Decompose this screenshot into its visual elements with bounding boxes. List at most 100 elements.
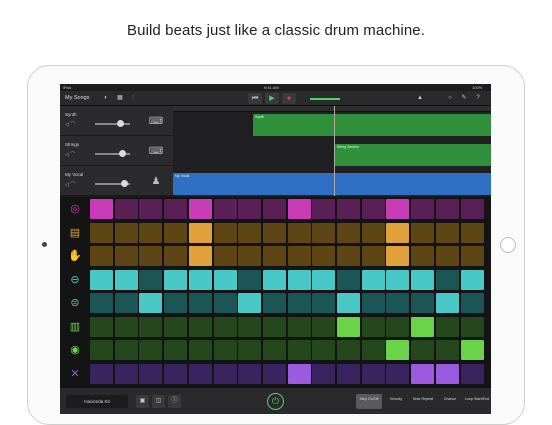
step-pad[interactable] bbox=[435, 316, 459, 337]
mode-button[interactable]: Chance bbox=[437, 394, 463, 409]
step-pad[interactable] bbox=[460, 222, 484, 243]
step-pad[interactable] bbox=[386, 293, 410, 313]
step-pad[interactable] bbox=[139, 316, 163, 337]
ruler[interactable] bbox=[173, 106, 491, 112]
step-pad[interactable] bbox=[312, 199, 336, 219]
step-pad[interactable] bbox=[90, 222, 114, 243]
step-pad[interactable] bbox=[90, 269, 114, 290]
step-pad[interactable] bbox=[386, 269, 410, 290]
step-pad[interactable] bbox=[90, 340, 114, 360]
mode-button[interactable]: Note Repeat bbox=[410, 394, 436, 409]
step-pad[interactable] bbox=[164, 316, 188, 337]
step-pad[interactable] bbox=[114, 293, 138, 313]
master-volume-slider[interactable] bbox=[310, 94, 345, 103]
track-volume-slider[interactable] bbox=[95, 150, 130, 157]
step-pad[interactable] bbox=[238, 246, 262, 266]
step-pad[interactable] bbox=[386, 246, 410, 266]
step-pad[interactable] bbox=[188, 340, 212, 360]
kick-drum-icon[interactable]: ◉ bbox=[66, 341, 84, 359]
step-pad[interactable] bbox=[213, 316, 237, 337]
step-pad[interactable] bbox=[164, 293, 188, 313]
settings-wrench-icon[interactable]: ✎ bbox=[459, 94, 469, 103]
clap-icon[interactable]: ✋ bbox=[66, 247, 84, 265]
step-pad[interactable] bbox=[460, 363, 484, 384]
step-pad[interactable] bbox=[312, 340, 336, 360]
step-pad[interactable] bbox=[460, 269, 484, 290]
track-header-strings[interactable]: Strings ◁ ⌒ ⌨ bbox=[60, 136, 173, 166]
step-pad[interactable] bbox=[188, 199, 212, 219]
step-pad[interactable] bbox=[460, 316, 484, 337]
crash-cymbal-icon[interactable]: ◎ bbox=[66, 200, 84, 218]
mute-solo-icons[interactable]: ◁ ⌒ bbox=[65, 151, 75, 158]
step-pad[interactable] bbox=[435, 199, 459, 219]
loop-icon[interactable]: ○ bbox=[445, 94, 455, 103]
step-pad[interactable] bbox=[337, 269, 361, 290]
mixer-icon[interactable]: ⫶ bbox=[128, 94, 138, 103]
hihat-closed-icon[interactable]: ⊖ bbox=[66, 271, 84, 289]
track-header-synth[interactable]: Synth ◁ ⌒ ⌨ bbox=[60, 106, 173, 136]
step-pad[interactable] bbox=[337, 363, 361, 384]
rewind-button[interactable]: ⏮ bbox=[248, 93, 262, 104]
step-pad[interactable] bbox=[139, 340, 163, 360]
step-pad[interactable] bbox=[188, 246, 212, 266]
timeline[interactable]: Synth String Section My Vocal bbox=[173, 106, 491, 196]
step-pad[interactable] bbox=[287, 340, 311, 360]
step-pad[interactable] bbox=[287, 269, 311, 290]
step-pad[interactable] bbox=[435, 363, 459, 384]
step-pad[interactable] bbox=[460, 199, 484, 219]
step-pad[interactable] bbox=[312, 316, 336, 337]
my-songs-button[interactable]: My Songs bbox=[65, 95, 89, 101]
step-pad[interactable] bbox=[139, 293, 163, 313]
track-header-vocal[interactable]: My Vocal ◁ ⌒ ♟ bbox=[60, 166, 173, 196]
step-pad[interactable] bbox=[213, 340, 237, 360]
mute-solo-icons[interactable]: ◁ ⌒ bbox=[65, 121, 75, 128]
step-pad[interactable] bbox=[262, 316, 286, 337]
step-pad[interactable] bbox=[262, 222, 286, 243]
step-pad[interactable] bbox=[164, 363, 188, 384]
mode-button[interactable]: Loop Start/End bbox=[464, 394, 490, 409]
step-pad[interactable] bbox=[435, 293, 459, 313]
step-pad[interactable] bbox=[361, 269, 385, 290]
step-pad[interactable] bbox=[114, 340, 138, 360]
step-pad[interactable] bbox=[361, 363, 385, 384]
region-strings[interactable]: String Section bbox=[335, 144, 491, 166]
step-pad[interactable] bbox=[213, 269, 237, 290]
step-pad[interactable] bbox=[90, 199, 114, 219]
region-synth[interactable]: Synth bbox=[253, 114, 491, 136]
step-pad[interactable] bbox=[460, 340, 484, 360]
mode-button[interactable]: Velocity bbox=[383, 394, 409, 409]
step-pad[interactable] bbox=[361, 222, 385, 243]
hihat-open-icon[interactable]: ⊜ bbox=[66, 294, 84, 312]
step-pad[interactable] bbox=[213, 363, 237, 384]
step-pad[interactable] bbox=[139, 222, 163, 243]
step-pad[interactable] bbox=[164, 246, 188, 266]
step-pad[interactable] bbox=[411, 340, 435, 360]
step-pad[interactable] bbox=[262, 340, 286, 360]
step-pad[interactable] bbox=[287, 246, 311, 266]
power-button[interactable]: ⏻ bbox=[267, 393, 284, 410]
step-pad[interactable] bbox=[213, 199, 237, 219]
step-pad[interactable] bbox=[262, 293, 286, 313]
step-pad[interactable] bbox=[90, 293, 114, 313]
step-pad[interactable] bbox=[90, 316, 114, 337]
step-pad[interactable] bbox=[312, 269, 336, 290]
step-pad[interactable] bbox=[114, 246, 138, 266]
step-pad[interactable] bbox=[262, 363, 286, 384]
play-button[interactable]: ▶ bbox=[265, 93, 279, 104]
step-pad[interactable] bbox=[188, 222, 212, 243]
step-pad[interactable] bbox=[188, 293, 212, 313]
step-pad[interactable] bbox=[238, 269, 262, 290]
record-button[interactable]: ● bbox=[282, 93, 296, 104]
step-pad[interactable] bbox=[164, 340, 188, 360]
step-pad[interactable] bbox=[287, 316, 311, 337]
step-pad[interactable] bbox=[411, 246, 435, 266]
step-pad[interactable] bbox=[188, 316, 212, 337]
image-icon[interactable]: ▣ bbox=[136, 395, 149, 408]
step-pad[interactable] bbox=[435, 222, 459, 243]
step-pad[interactable] bbox=[90, 246, 114, 266]
step-pad[interactable] bbox=[312, 246, 336, 266]
step-pad[interactable] bbox=[287, 363, 311, 384]
step-pad[interactable] bbox=[139, 246, 163, 266]
step-pad[interactable] bbox=[411, 316, 435, 337]
tom-icon[interactable]: ▥ bbox=[66, 318, 84, 336]
